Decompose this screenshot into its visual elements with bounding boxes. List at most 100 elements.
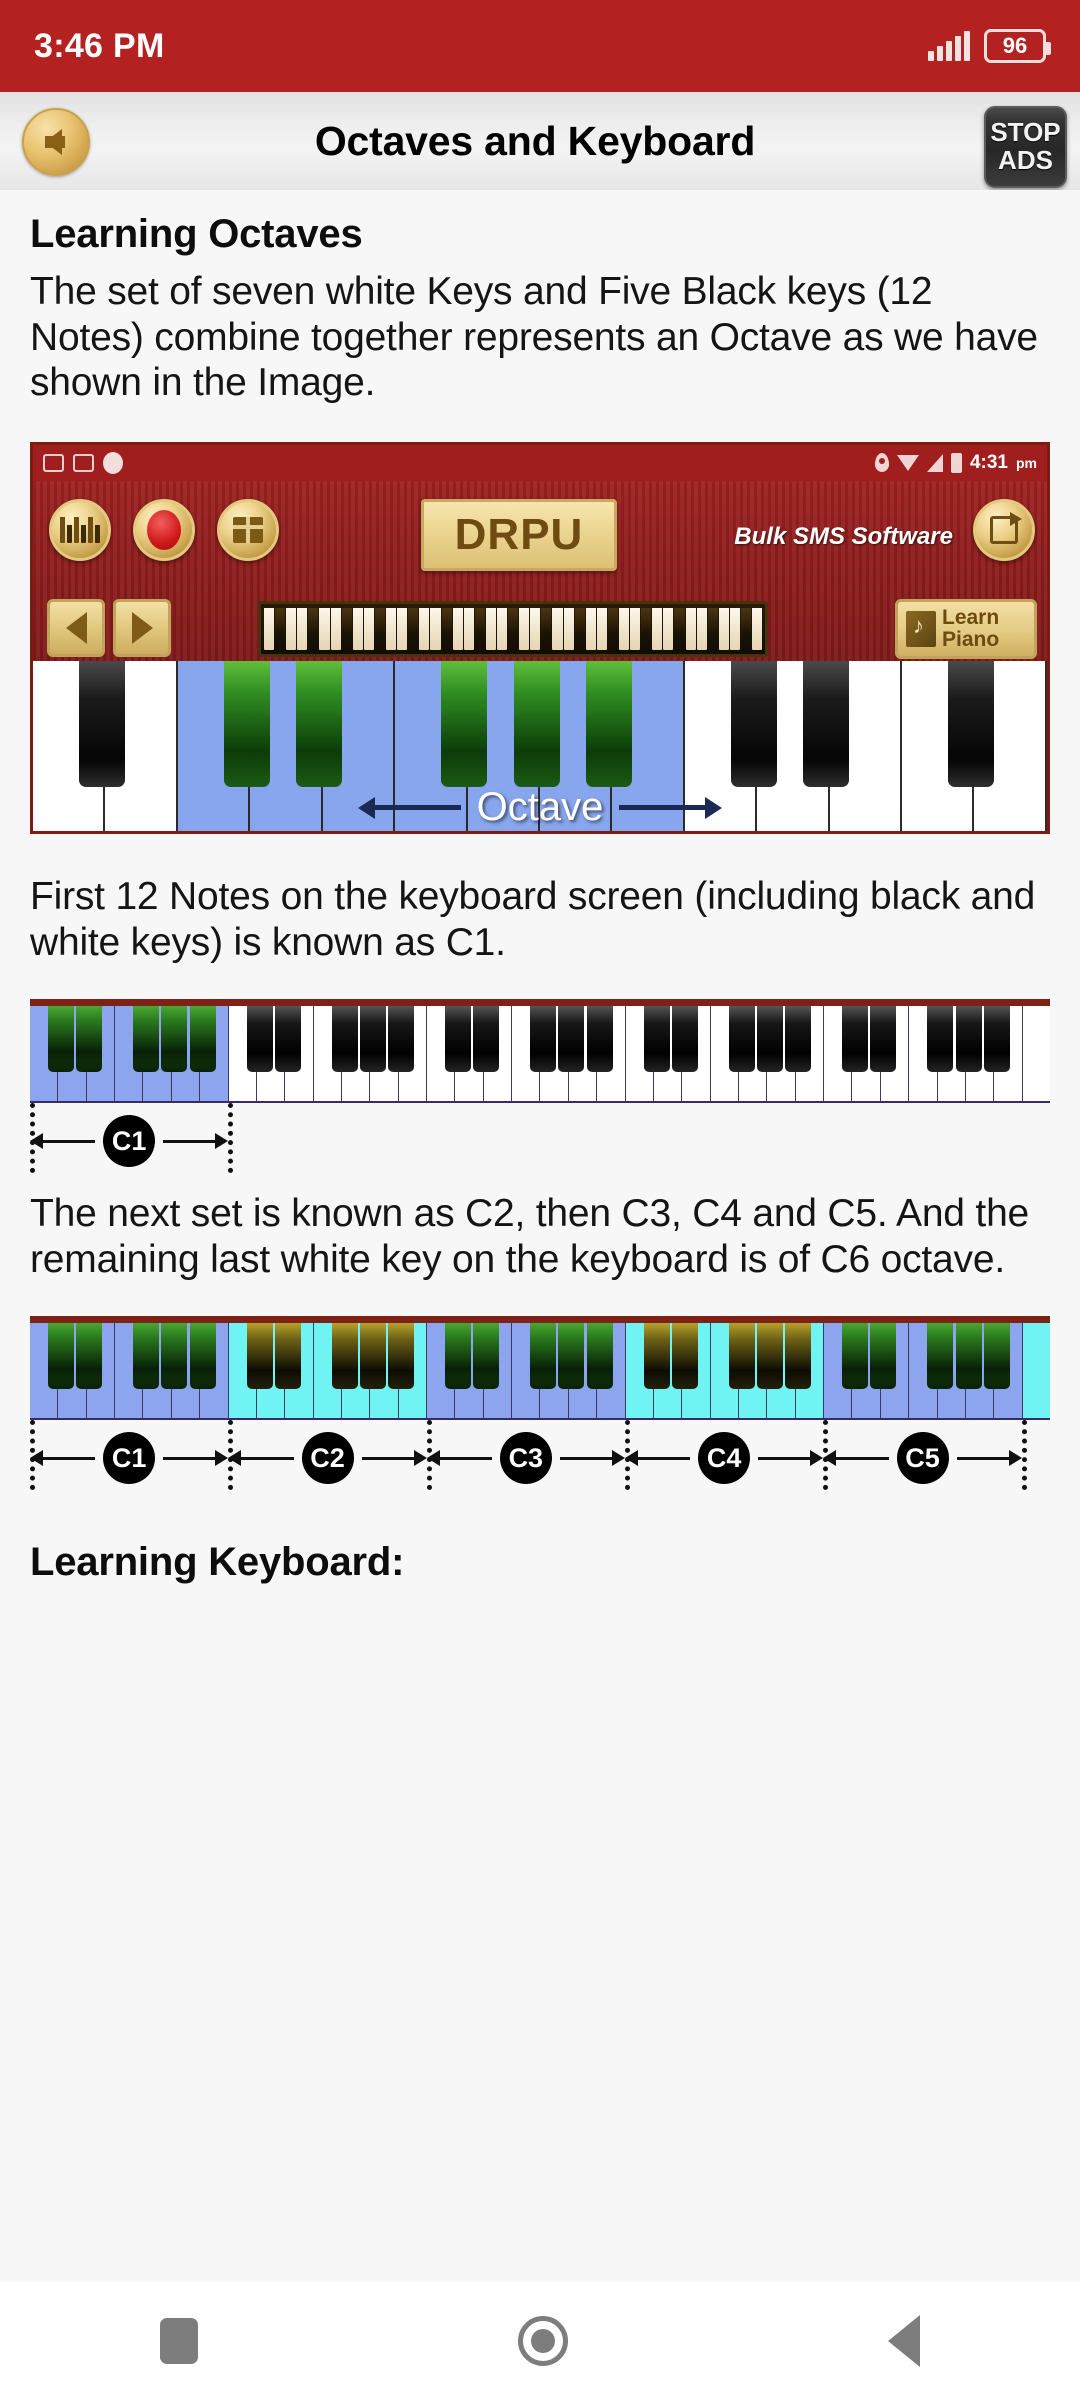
- black-key[interactable]: [643, 1006, 670, 1073]
- black-key[interactable]: [803, 660, 850, 787]
- black-key[interactable]: [246, 1006, 273, 1073]
- white-key[interactable]: [1022, 1323, 1050, 1419]
- black-key[interactable]: [133, 1323, 160, 1390]
- black-key[interactable]: [927, 1006, 954, 1073]
- black-key[interactable]: [331, 1323, 358, 1390]
- black-key[interactable]: [558, 1006, 585, 1073]
- black-key[interactable]: [785, 1323, 812, 1390]
- white-key[interactable]: [824, 1006, 869, 1102]
- black-key[interactable]: [359, 1323, 386, 1390]
- white-key[interactable]: [710, 1323, 755, 1419]
- black-key[interactable]: [671, 1006, 698, 1073]
- piano-keys-button[interactable]: [49, 498, 111, 561]
- learn-piano-button[interactable]: Learn Piano: [895, 598, 1037, 659]
- white-key[interactable]: [909, 1006, 954, 1102]
- black-key[interactable]: [161, 1323, 188, 1390]
- black-key[interactable]: [586, 1323, 613, 1390]
- black-key[interactable]: [133, 1006, 160, 1073]
- white-key[interactable]: [625, 1006, 670, 1102]
- white-key[interactable]: [427, 1006, 472, 1102]
- black-key[interactable]: [558, 1323, 585, 1390]
- white-key[interactable]: [313, 1323, 358, 1419]
- black-key[interactable]: [842, 1006, 869, 1073]
- black-key-selected[interactable]: [296, 660, 343, 787]
- black-key[interactable]: [388, 1323, 415, 1390]
- black-key[interactable]: [530, 1006, 557, 1073]
- black-key[interactable]: [728, 1006, 755, 1073]
- white-key[interactable]: [427, 1323, 472, 1419]
- black-key[interactable]: [983, 1323, 1010, 1390]
- white-key[interactable]: [30, 1323, 74, 1419]
- white-key[interactable]: [512, 1006, 557, 1102]
- black-key[interactable]: [189, 1323, 216, 1390]
- content-scroll-area[interactable]: Learning Octaves The set of seven white …: [0, 190, 1080, 2282]
- white-key[interactable]: [512, 1323, 557, 1419]
- black-key[interactable]: [48, 1323, 74, 1390]
- black-key-selected[interactable]: [223, 660, 270, 787]
- black-key[interactable]: [473, 1323, 500, 1390]
- black-key[interactable]: [730, 660, 777, 787]
- black-key[interactable]: [983, 1006, 1010, 1073]
- black-key[interactable]: [274, 1006, 301, 1073]
- keyboard-overview-strip[interactable]: [258, 600, 768, 657]
- prev-octave-button[interactable]: [47, 598, 105, 657]
- black-key[interactable]: [189, 1006, 216, 1073]
- black-key[interactable]: [948, 660, 995, 787]
- white-key-selected[interactable]: [177, 660, 270, 831]
- black-key[interactable]: [161, 1006, 188, 1073]
- black-key[interactable]: [79, 660, 125, 787]
- black-key[interactable]: [870, 1006, 897, 1073]
- black-key[interactable]: [728, 1323, 755, 1390]
- black-key-selected[interactable]: [585, 660, 632, 787]
- stop-ads-button[interactable]: STOP ADS: [984, 106, 1067, 188]
- white-key[interactable]: [228, 1323, 273, 1419]
- black-key[interactable]: [388, 1006, 415, 1073]
- black-key[interactable]: [76, 1323, 103, 1390]
- white-key[interactable]: [115, 1323, 160, 1419]
- white-key[interactable]: [228, 1006, 273, 1102]
- black-key[interactable]: [359, 1006, 386, 1073]
- black-key-selected[interactable]: [441, 660, 488, 787]
- share-button[interactable]: [973, 498, 1035, 561]
- recent-apps-icon[interactable]: [160, 2318, 198, 2364]
- next-octave-button[interactable]: [113, 598, 171, 657]
- black-key[interactable]: [643, 1323, 670, 1390]
- white-key[interactable]: [30, 1006, 74, 1102]
- white-key[interactable]: [710, 1006, 755, 1102]
- black-key[interactable]: [473, 1006, 500, 1073]
- white-key[interactable]: [33, 660, 125, 831]
- back-button[interactable]: [22, 108, 90, 176]
- white-key[interactable]: [1022, 1006, 1050, 1102]
- back-triangle-icon[interactable]: [888, 2315, 920, 2367]
- black-key[interactable]: [445, 1006, 472, 1073]
- black-key[interactable]: [927, 1323, 954, 1390]
- black-key[interactable]: [955, 1323, 982, 1390]
- black-key[interactable]: [445, 1323, 472, 1390]
- black-key[interactable]: [955, 1006, 982, 1073]
- black-key[interactable]: [331, 1006, 358, 1073]
- gift-button[interactable]: [217, 498, 279, 561]
- black-key[interactable]: [785, 1006, 812, 1073]
- black-key[interactable]: [870, 1323, 897, 1390]
- black-key[interactable]: [274, 1323, 301, 1390]
- white-key[interactable]: [902, 660, 995, 831]
- black-key[interactable]: [48, 1006, 74, 1073]
- black-key[interactable]: [586, 1006, 613, 1073]
- white-key[interactable]: [115, 1006, 160, 1102]
- white-key[interactable]: [313, 1006, 358, 1102]
- white-key[interactable]: [684, 660, 777, 831]
- black-key[interactable]: [756, 1323, 783, 1390]
- white-key[interactable]: [625, 1323, 670, 1419]
- black-key[interactable]: [842, 1323, 869, 1390]
- black-key[interactable]: [671, 1323, 698, 1390]
- record-button[interactable]: [133, 498, 195, 561]
- black-key[interactable]: [756, 1006, 783, 1073]
- home-icon[interactable]: [518, 2316, 568, 2366]
- black-key[interactable]: [76, 1006, 103, 1073]
- white-key-selected[interactable]: [395, 660, 488, 831]
- black-key[interactable]: [246, 1323, 273, 1390]
- white-key[interactable]: [824, 1323, 869, 1419]
- black-key[interactable]: [530, 1323, 557, 1390]
- black-key-selected[interactable]: [513, 660, 560, 787]
- white-key[interactable]: [909, 1323, 954, 1419]
